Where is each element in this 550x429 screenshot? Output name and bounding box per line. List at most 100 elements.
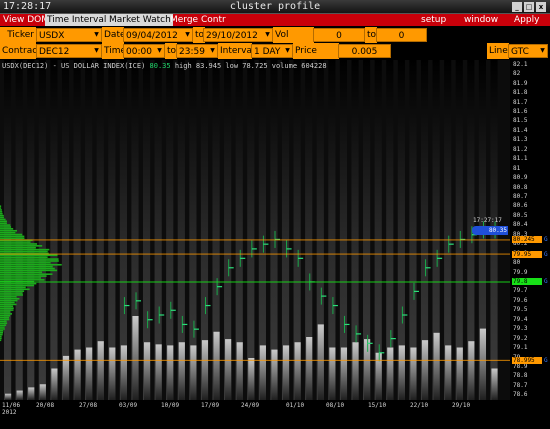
volume-bar [201, 340, 209, 400]
menu-setup[interactable]: setup [419, 14, 448, 26]
interval-value: 1 DAY [254, 47, 281, 57]
y-tick-label: 79.5 [513, 306, 528, 314]
time-from-field[interactable]: 00:00 ▼ [123, 44, 165, 58]
chevron-down-icon: ▼ [157, 47, 162, 54]
time-to-field[interactable]: 23:59 ▼ [176, 44, 218, 58]
menu-apply[interactable]: Apply [512, 14, 541, 26]
volume-profile-bar [0, 309, 14, 311]
minimize-button[interactable]: _ [512, 2, 522, 12]
volume-profile-bar [0, 220, 7, 223]
date-to-value: 29/10/2012 [206, 31, 258, 41]
date-from-field[interactable]: 09/04/2012 ▼ [123, 28, 193, 42]
day-column [270, 60, 278, 400]
x-tick-label: 24/09 [241, 402, 260, 409]
price-scale-field[interactable]: 0.005 [338, 44, 391, 58]
volume-profile-bar [0, 229, 18, 232]
price-level-flag: G [544, 356, 548, 364]
current-time-label: 17:27:17 [473, 217, 502, 224]
volume-bar [387, 347, 394, 400]
volume-profile-bar [0, 250, 48, 253]
time-label: Time [102, 43, 126, 59]
volume-profile-bar [0, 267, 55, 270]
y-tick-label: 81.4 [513, 126, 528, 134]
y-tick-label: 80.7 [513, 192, 528, 200]
volume-bar [51, 368, 58, 400]
volume-profile-bar [0, 286, 26, 289]
close-button[interactable]: x [536, 2, 546, 12]
volume-profile-bar [0, 282, 37, 285]
volume-bar [352, 342, 359, 400]
line-select[interactable]: GTC ▼ [508, 44, 548, 58]
day-column [27, 60, 35, 400]
day-column [247, 60, 255, 400]
volume-profile-bar [0, 258, 59, 260]
volume-bar [364, 339, 371, 400]
y-tick-label: 81.6 [513, 107, 528, 115]
volume-bar [109, 347, 116, 400]
maximize-button[interactable]: □ [524, 2, 534, 12]
volume-bar [74, 349, 81, 400]
menu-merge-contr[interactable]: Merge Contr [168, 14, 228, 26]
date-label: Date [102, 27, 126, 43]
volume-profile-bar [0, 237, 25, 240]
ticker-label: Ticker [0, 27, 36, 43]
menu-market-watch[interactable]: Market Watch [107, 14, 173, 26]
x-tick-label: 11/06 [2, 402, 21, 409]
volume-profile-bar [0, 209, 2, 211]
chart-canvas[interactable] [0, 60, 550, 429]
volume-profile-bar [0, 277, 41, 279]
time-from-value: 00:00 [126, 47, 152, 57]
vol-to-field[interactable]: 0 [376, 28, 427, 42]
volume-profile-bar [0, 311, 11, 313]
y-tick-label: 80.5 [513, 211, 528, 219]
volume-bar [340, 347, 348, 400]
volume-bar [178, 342, 185, 400]
volume-profile-bar [0, 205, 2, 207]
controls-row-2: Contract DEC12 ▼ Time 00:00 ▼ to 23:59 ▼… [0, 43, 550, 72]
ticker-select[interactable]: USDX ▼ [36, 28, 102, 42]
volume-profile-bar [0, 335, 2, 338]
interval-select[interactable]: 1 DAY ▼ [251, 44, 293, 58]
volume-profile-bar [0, 260, 59, 262]
volume-bar [317, 324, 324, 400]
x-tick-label: 08/10 [326, 402, 345, 409]
price-level-tag: 78.995 [512, 356, 542, 364]
volume-bar [86, 347, 93, 400]
volume-profile-bar [0, 324, 7, 326]
vol-from-field[interactable]: 0 [313, 28, 365, 42]
menu-time-interval[interactable]: Time Interval [45, 14, 109, 26]
chart-area[interactable]: USDX(DEC12) - US DOLLAR INDEX(ICE) 80.35… [0, 60, 550, 429]
volume-profile-bar [0, 296, 17, 298]
volume-profile-bar [0, 216, 4, 219]
x-tick-label: 03/09 [119, 402, 138, 409]
price-level-flag: G [544, 278, 548, 286]
y-tick-label: 81.9 [513, 79, 528, 87]
volume-profile-bar [0, 339, 2, 342]
chart-last-price: 80.35 [149, 62, 171, 70]
x-tick-label: 20/08 [36, 402, 55, 409]
x-tick-label: 01/10 [286, 402, 305, 409]
volume-bar [375, 352, 382, 400]
y-tick-label: 81.7 [513, 98, 528, 106]
volume-bar [143, 342, 151, 400]
volume-bar [329, 347, 336, 400]
volume-profile-bar [0, 235, 25, 238]
volume-bar [120, 345, 127, 400]
menu-view-dom[interactable]: View DOM [1, 14, 51, 26]
volume-bar [248, 358, 255, 400]
volume-bar [190, 345, 197, 400]
contract-select[interactable]: DEC12 ▼ [36, 44, 102, 58]
volume-bar [282, 345, 290, 400]
volume-profile-bar [0, 284, 34, 287]
volume-profile-bar [0, 299, 18, 302]
volume-profile-bar [0, 292, 23, 294]
date-to-field[interactable]: 29/10/2012 ▼ [203, 28, 273, 42]
volume-profile-bar [0, 243, 38, 245]
volume-bar [491, 368, 498, 400]
volume-profile-bar [0, 307, 14, 309]
volume-profile-bar [0, 290, 25, 292]
chart-info: USDX(DEC12) - US DOLLAR INDEX(ICE) 80.35… [2, 62, 327, 70]
date-from-value: 09/04/2012 [126, 31, 178, 41]
volume-profile-bar [0, 328, 5, 330]
menu-window[interactable]: window [462, 14, 500, 26]
